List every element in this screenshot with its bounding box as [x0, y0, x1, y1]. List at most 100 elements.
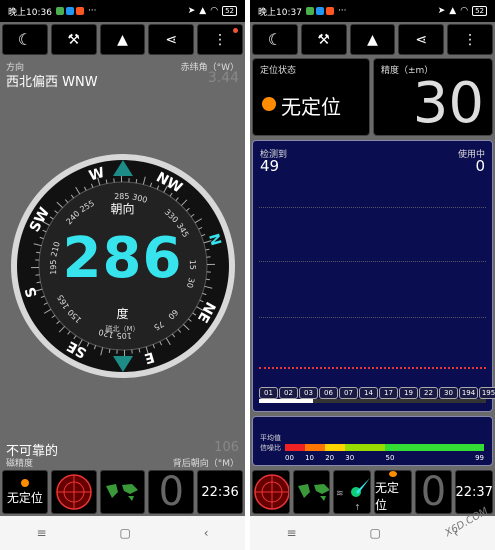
snr-subtitle: 信噪比: [260, 444, 281, 452]
navigate-button[interactable]: ▲: [99, 24, 146, 55]
moon-icon: ☾: [267, 30, 283, 49]
in-use-value: 0: [475, 157, 485, 175]
heading-label: 朝向: [110, 202, 135, 216]
location-icon: ➤: [187, 6, 196, 16]
clock-widget[interactable]: 22:37: [455, 470, 494, 514]
fix-status-value: 无定位: [281, 95, 341, 119]
world-map-widget[interactable]: [292, 470, 331, 514]
compass-widget[interactable]: ≋ ↑: [333, 470, 372, 514]
wifi-icon: ◠: [210, 6, 219, 16]
battery-icon: 52: [472, 6, 487, 16]
status-bar: 晚上10:37 ··· ➤ ▲ ◠ 52: [250, 0, 495, 22]
satellite-id-chip[interactable]: 02: [279, 387, 298, 399]
fix-dot-icon: [388, 471, 397, 477]
dial-tick: [108, 348, 111, 353]
notification-dot: [232, 28, 238, 33]
share-icon: ⋖: [415, 31, 428, 48]
fix-status-card: 定位状态 无定位: [252, 58, 370, 136]
satellite-id-chip[interactable]: 194: [459, 387, 478, 399]
more-icon: ⋮: [463, 31, 478, 48]
status-dots: ···: [87, 6, 97, 16]
detected-value: 49: [260, 157, 280, 175]
snr-tick-label: 30: [345, 454, 355, 462]
night-mode-button[interactable]: ☾: [2, 24, 48, 55]
satellite-id-chip[interactable]: 30: [439, 387, 458, 399]
navigation-arrow-icon: ▲: [117, 31, 128, 48]
fix-status-widget[interactable]: 无定位: [374, 470, 412, 514]
menu-nav-icon[interactable]: ≡: [286, 526, 296, 540]
snr-tick-label: 50: [385, 454, 395, 462]
declination-value: 3.44: [207, 70, 239, 86]
more-menu-button[interactable]: ⋮: [447, 24, 493, 55]
menu-nav-icon[interactable]: ≡: [36, 526, 46, 540]
satellites-count-widget[interactable]: 0: [414, 470, 453, 514]
more-icon: ⋮: [213, 31, 228, 48]
accuracy-card: 精度（±m） 30: [373, 58, 493, 136]
snr-tick-label: 20: [325, 454, 335, 462]
radar-widget[interactable]: [252, 470, 290, 514]
svg-text:≋: ≋: [336, 489, 344, 499]
navigate-button[interactable]: ▲: [349, 24, 396, 55]
scroll-track[interactable]: [259, 399, 486, 403]
heading-value: 286: [62, 226, 183, 291]
fix-dot-icon: [20, 478, 29, 487]
back-bearing-label: 背后朝向（°M）: [172, 459, 239, 469]
wifi-icon: ◠: [460, 6, 469, 16]
tools-icon: ⚒: [67, 31, 80, 48]
radar-widget[interactable]: [50, 470, 97, 514]
satellite-id-chip[interactable]: 01: [259, 387, 278, 399]
snr-tick-label: 00: [285, 454, 294, 462]
location-icon: ➤: [437, 6, 446, 16]
home-nav-icon[interactable]: ▢: [369, 526, 380, 540]
snr-scale-bar: [285, 444, 484, 451]
world-map-icon: [293, 480, 330, 504]
share-button[interactable]: ⋖: [148, 24, 195, 55]
status-dots: ···: [337, 6, 347, 16]
back-nav-icon[interactable]: ‹: [204, 526, 209, 540]
compass-needle-icon: ≋↑: [336, 478, 371, 512]
snr-tick-label: 99: [475, 454, 484, 462]
clock-widget[interactable]: 22:36: [197, 470, 243, 514]
world-map-widget[interactable]: [99, 470, 146, 514]
satellite-id-chip[interactable]: 07: [339, 387, 358, 399]
fix-dot-icon: [262, 97, 276, 111]
bottom-widgets: ≋ ↑ 无定位 0 22:37: [252, 470, 494, 514]
snr-ticks: 00 10 20 30 50 99: [285, 454, 484, 464]
night-mode-button[interactable]: ☾: [252, 24, 298, 55]
moon-icon: ☾: [17, 30, 33, 49]
navigation-arrow-icon: ▲: [367, 31, 378, 48]
satellites-count-widget[interactable]: 0: [148, 470, 195, 514]
satellite-id-chip[interactable]: 03: [299, 387, 318, 399]
back-bearing-value: 106: [214, 440, 239, 455]
scroll-thumb[interactable]: [259, 399, 314, 403]
grid-line: [259, 317, 486, 318]
satellite-id-chip[interactable]: 195: [479, 387, 495, 399]
fix-status-label: 定位状态: [260, 66, 297, 76]
radar-icon: [55, 474, 92, 510]
grid-line: [259, 207, 486, 208]
snr-title: 平均值: [260, 434, 281, 442]
satellite-panel: 检测到 49 使用中 0 01 02 03 06 07 14 17 19 22 30 194 195: [252, 140, 495, 412]
share-button[interactable]: ⋖: [398, 24, 445, 55]
toolbar: ☾ ⚒ ▲ ⋖ ⋮: [2, 24, 243, 55]
fix-status-text: 无定位: [375, 481, 400, 512]
gps-screen: 晚上10:37 ··· ➤ ▲ ◠ 52 ☾ ⚒ ▲ ⋖ ⋮ 定位状态 无定位 精度（…: [250, 0, 495, 550]
tools-button[interactable]: ⚒: [300, 24, 347, 55]
satellite-id-chip[interactable]: 22: [419, 387, 438, 399]
satellite-id-chip[interactable]: 06: [319, 387, 338, 399]
tools-button[interactable]: ⚒: [50, 24, 97, 55]
system-nav-bar: ≡ ▢ ‹: [0, 516, 245, 550]
home-nav-icon[interactable]: ▢: [119, 526, 130, 540]
accuracy-label: 磁精度: [6, 459, 34, 469]
satellite-id-chip[interactable]: 19: [399, 387, 418, 399]
degree-unit: 度: [116, 307, 129, 321]
fix-status-widget[interactable]: 无定位: [2, 470, 48, 514]
grid-line: [259, 261, 486, 262]
magnetic-north-label: 磁北（M）: [105, 325, 140, 333]
bottom-widgets: 无定位 0 22:36: [2, 470, 243, 514]
direction-value: 西北偏西 WNW: [6, 75, 98, 90]
satellite-id-chip[interactable]: 14: [359, 387, 378, 399]
radar-icon: [254, 474, 289, 510]
satellite-id-chip[interactable]: 17: [379, 387, 398, 399]
more-menu-button[interactable]: ⋮: [197, 24, 243, 55]
